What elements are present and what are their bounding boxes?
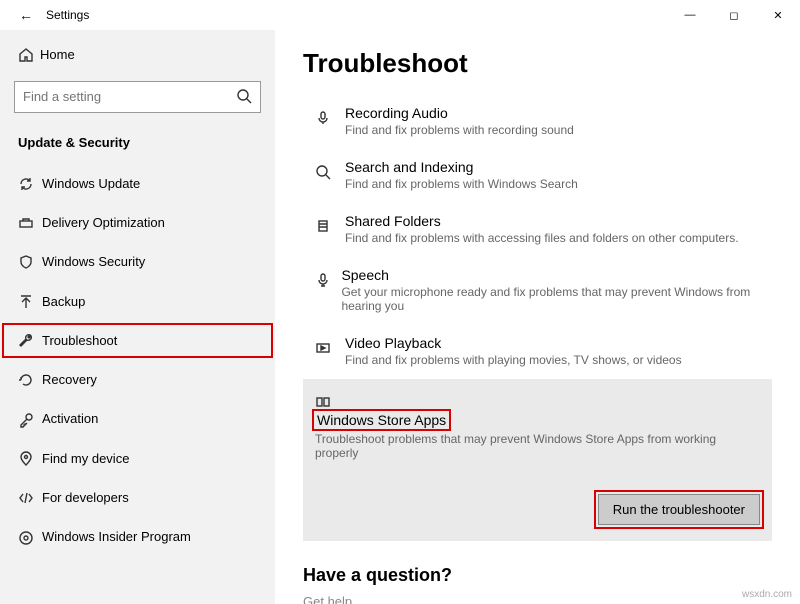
sidebar-item-activation[interactable]: Activation	[0, 399, 275, 438]
sidebar-item-recovery[interactable]: Recovery	[0, 360, 275, 399]
shield-icon	[18, 253, 42, 270]
video-icon	[315, 335, 345, 367]
backup-icon	[18, 292, 42, 309]
ts-windows-store-apps[interactable]: Windows Store AppsTroubleshoot problems …	[303, 379, 772, 541]
minimize-button[interactable]: —	[668, 0, 712, 30]
page-title: Troubleshoot	[303, 48, 772, 79]
search-icon	[315, 159, 345, 191]
delivery-icon	[18, 214, 42, 231]
maximize-button[interactable]: ◻	[712, 0, 756, 30]
sidebar-item-backup[interactable]: Backup	[0, 281, 275, 320]
window-title: Settings	[46, 8, 89, 22]
insider-icon	[18, 528, 42, 545]
sidebar-item-delivery-optimization[interactable]: Delivery Optimization	[0, 203, 275, 242]
location-icon	[18, 450, 42, 467]
run-troubleshooter-button[interactable]: Run the troubleshooter	[598, 494, 760, 525]
sidebar-home[interactable]: Home	[0, 36, 275, 73]
folder-icon	[315, 213, 345, 245]
main-content: Troubleshoot Recording AudioFind and fix…	[275, 30, 800, 604]
sidebar-item-insider[interactable]: Windows Insider Program	[0, 517, 275, 556]
sidebar: Home Update & Security Windows Update De…	[0, 30, 275, 604]
get-help-link[interactable]: Get help	[303, 594, 772, 604]
close-button[interactable]: ✕	[756, 0, 800, 30]
ts-search-indexing[interactable]: Search and IndexingFind and fix problems…	[303, 149, 772, 201]
speech-icon	[315, 267, 341, 313]
sidebar-item-windows-update[interactable]: Windows Update	[0, 164, 275, 203]
question-heading: Have a question?	[303, 565, 772, 586]
mic-icon	[315, 105, 345, 137]
section-title: Update & Security	[0, 127, 275, 164]
sidebar-item-troubleshoot[interactable]: Troubleshoot	[0, 321, 275, 360]
sync-icon	[18, 175, 42, 192]
home-label: Home	[40, 47, 75, 62]
search-box[interactable]	[14, 81, 261, 113]
sidebar-item-for-developers[interactable]: For developers	[0, 478, 275, 517]
sidebar-item-windows-security[interactable]: Windows Security	[0, 242, 275, 281]
sidebar-item-find-my-device[interactable]: Find my device	[0, 439, 275, 478]
ts-video-playback[interactable]: Video PlaybackFind and fix problems with…	[303, 325, 772, 377]
wrench-icon	[18, 332, 42, 349]
ts-shared-folders[interactable]: Shared FoldersFind and fix problems with…	[303, 203, 772, 255]
back-button[interactable]: ←	[12, 7, 40, 23]
window-controls: — ◻ ✕	[668, 0, 800, 30]
code-icon	[18, 489, 42, 506]
search-input[interactable]	[23, 89, 236, 104]
ts-speech[interactable]: SpeechGet your microphone ready and fix …	[303, 257, 772, 323]
search-icon	[236, 88, 252, 106]
recovery-icon	[18, 371, 42, 388]
ts-recording-audio[interactable]: Recording AudioFind and fix problems wit…	[303, 95, 772, 147]
home-icon	[18, 46, 40, 63]
key-icon	[18, 410, 42, 427]
apps-icon	[315, 389, 345, 412]
watermark: wsxdn.com	[742, 589, 792, 600]
